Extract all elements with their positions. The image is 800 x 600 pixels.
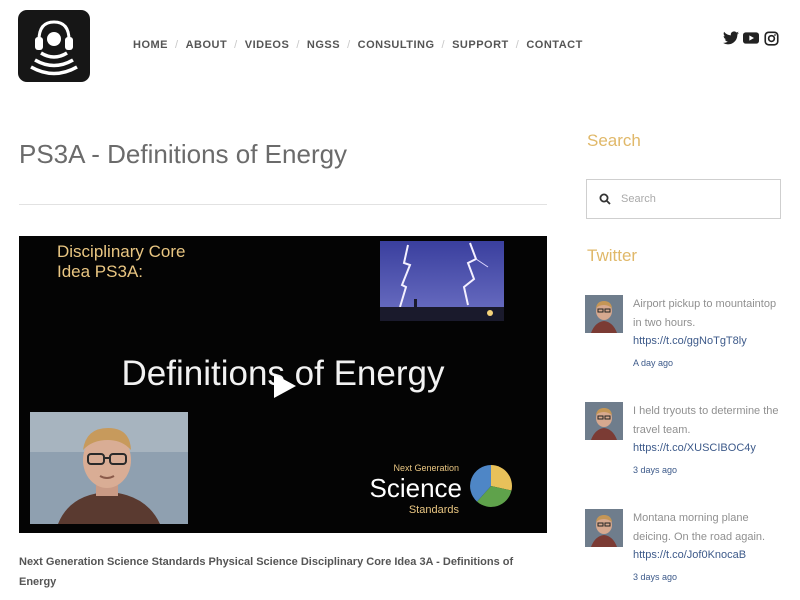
nav-separator: / — [515, 39, 520, 51]
avatar — [585, 295, 623, 333]
main-nav: HOME / ABOUT / VIDEOS / NGSS / CONSULTIN… — [133, 39, 583, 51]
nav-separator: / — [234, 39, 238, 51]
lightning-thumbnail — [380, 241, 504, 321]
tweet-link[interactable]: https://t.co/ggNoTgT8ly — [633, 335, 747, 347]
search-icon — [599, 193, 611, 205]
nav-about[interactable]: ABOUT — [186, 39, 228, 51]
instagram-icon[interactable] — [763, 30, 779, 46]
tweet-text: I held tryouts to determine the travel t… — [633, 405, 779, 436]
video-dci-line2: Idea PS3A: — [57, 262, 144, 281]
nav-consulting[interactable]: CONSULTING — [358, 39, 435, 51]
search-heading: Search — [587, 131, 641, 150]
nav-videos[interactable]: VIDEOS — [245, 39, 290, 51]
page-title: PS3A - Definitions of Energy — [19, 139, 348, 169]
headphones-logo-icon — [30, 20, 78, 76]
play-icon — [274, 374, 296, 398]
avatar — [585, 402, 623, 440]
youtube-icon[interactable] — [743, 30, 759, 46]
nav-ngss[interactable]: NGSS — [307, 39, 340, 51]
ngss-logo: Next Generation Science Standards — [364, 458, 514, 528]
video-dci-label: Disciplinary Core Idea PS3A: — [57, 242, 185, 282]
nav-separator: / — [441, 39, 446, 51]
tweet-text: Montana morning plane deicing. On the ro… — [633, 512, 766, 543]
video-player[interactable]: Disciplinary Core Idea PS3A: Definitions… — [19, 236, 547, 533]
nav-support[interactable]: SUPPORT — [452, 39, 509, 51]
tweet-link[interactable]: https://t.co/Jof0KnocaB — [633, 549, 746, 561]
play-button[interactable] — [270, 373, 298, 399]
tweet-time[interactable]: 3 days ago — [633, 572, 677, 582]
presenter-video-frame — [30, 412, 188, 524]
nav-contact[interactable]: CONTACT — [526, 39, 582, 51]
nav-separator: / — [347, 39, 351, 51]
nav-home[interactable]: HOME — [133, 39, 168, 51]
site-logo[interactable] — [18, 10, 90, 82]
title-divider — [19, 204, 547, 205]
ngss-sub-text: Standards — [408, 504, 459, 516]
avatar — [585, 509, 623, 547]
ngss-small-text: Next Generation — [393, 463, 459, 473]
social-links — [723, 30, 779, 46]
presenter-image — [30, 412, 188, 524]
video-caption: Next Generation Science Standards Physic… — [19, 556, 514, 588]
tweet-link[interactable]: https://t.co/XUSCIBOC4y — [633, 442, 756, 454]
twitter-heading: Twitter — [587, 246, 638, 265]
twitter-icon[interactable] — [723, 30, 739, 46]
tweet-text: Airport pickup to mountaintop in two hou… — [633, 298, 777, 329]
nav-separator: / — [296, 39, 300, 51]
nav-separator: / — [175, 39, 179, 51]
video-dci-line1: Disciplinary Core — [57, 242, 186, 261]
ngss-big-text: Science — [369, 473, 463, 503]
tweet-time[interactable]: A day ago — [633, 358, 673, 368]
tweet-time[interactable]: 3 days ago — [633, 465, 677, 475]
search-input[interactable] — [621, 193, 771, 205]
search-box[interactable] — [586, 179, 781, 219]
ngss-pie-icon — [470, 465, 512, 507]
